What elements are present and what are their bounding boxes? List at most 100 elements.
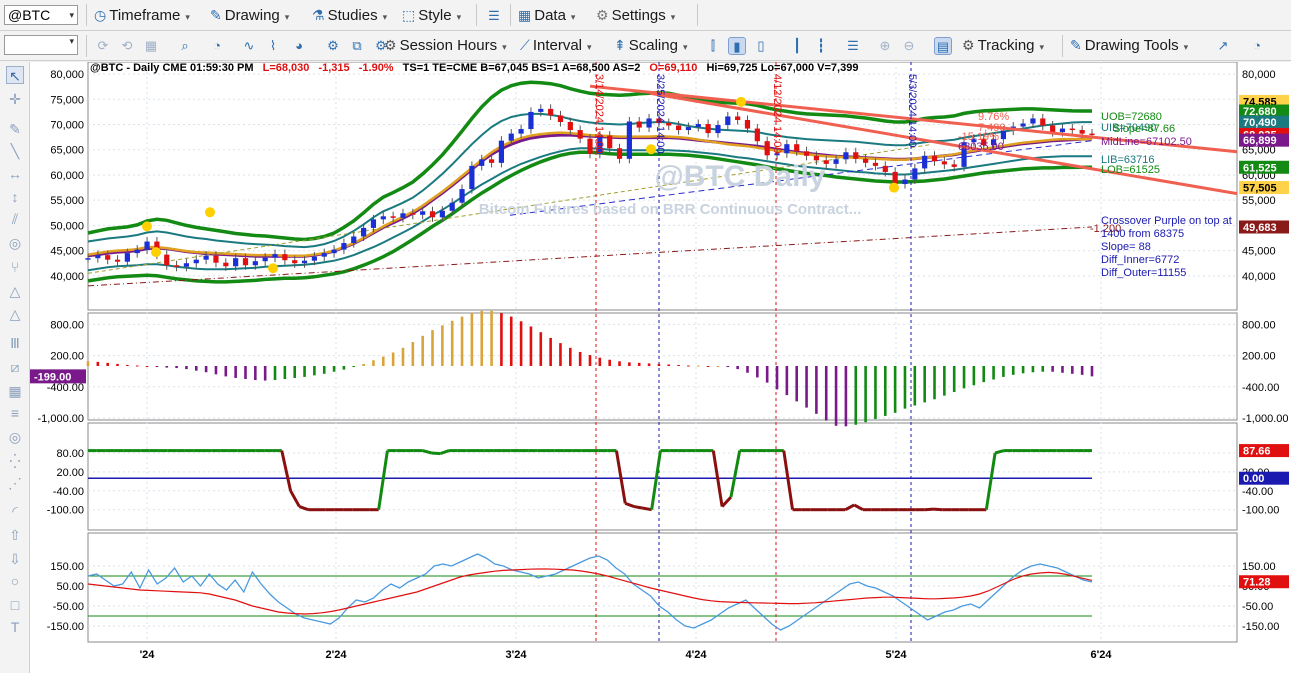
chart-icon[interactable]: ⌇ (264, 37, 282, 55)
session-hours-button[interactable]: ⚙ Session Hours ▾ (384, 34, 507, 56)
style-button[interactable]: ⬚ Style ▾ (402, 4, 461, 26)
macd-bar (224, 366, 228, 377)
price-tick-label: 55,000 (50, 195, 84, 207)
arrow-down-icon[interactable]: ⇩ (6, 550, 24, 568)
layout-icon[interactable]: ☰ (844, 37, 862, 55)
settings-button[interactable]: ⚙ Settings ▾ (596, 4, 675, 26)
macd-bar (1041, 366, 1045, 372)
triangle-icon[interactable]: △ (6, 282, 24, 300)
candle-body (548, 108, 554, 116)
candle-body (351, 236, 357, 244)
scaling-button[interactable]: ⇞ Scaling ▾ (614, 34, 687, 56)
candlestick-icon[interactable]: ▮ (728, 37, 746, 55)
refresh-icon[interactable]: ⟳ (94, 37, 112, 55)
candle-body (420, 211, 426, 215)
candle-body (1020, 123, 1026, 127)
grid-icon[interactable]: ▦ (6, 382, 24, 400)
dots-icon[interactable]: ⁛ (6, 452, 24, 470)
tracking-button[interactable]: ⚙ Tracking ▾ (962, 34, 1044, 56)
speed-lines-icon[interactable]: ⋰ (6, 474, 24, 492)
price-tick-label-right: 45,000 (1242, 246, 1276, 258)
layout-icon[interactable]: ☰ (485, 7, 503, 25)
gear-icon[interactable]: ⚙ (324, 37, 342, 55)
price-tick-label: 60,000 (50, 170, 84, 182)
macd-bar (214, 366, 218, 375)
gear-icon: ⚙ (596, 7, 609, 23)
triangle-outline-icon[interactable]: △ (6, 305, 24, 323)
candle-body (272, 254, 278, 258)
vertical-arrow-icon[interactable]: ↕ (6, 188, 24, 206)
chart-area[interactable]: 80,00080,00075,00075,00070,00070,00065,0… (30, 62, 1291, 673)
pie-icon[interactable]: ◕ (290, 37, 308, 55)
bar-chart-icon[interactable]: ⫿ (704, 37, 722, 55)
osc-tick-label: -100.00 (47, 505, 84, 517)
macd-bar (578, 351, 582, 366)
zoom-in-icon[interactable]: ⊕ (876, 37, 894, 55)
candle-body (912, 168, 918, 180)
studies-button[interactable]: ⚗ Studies ▾ (312, 4, 387, 26)
fib-icon[interactable]: ◎ (6, 234, 24, 252)
gauge-icon[interactable]: ◔ (1248, 37, 1266, 55)
interval-field[interactable]: ▾ (4, 35, 78, 55)
drawing-tools-button[interactable]: ✎ Drawing Tools ▾ (1070, 34, 1188, 56)
grid-icon[interactable]: ▦ (142, 37, 160, 55)
channel-icon[interactable]: ⫽ (6, 210, 24, 228)
candle-body (577, 130, 583, 139)
pivot-dot (736, 96, 746, 107)
arrow-up-icon[interactable]: ⇧ (6, 526, 24, 544)
chart-toolbar: ▾ ⟳ ⟲ ▦ ⌕ ◔ ∿ ⌇ ◕ ⚙ ⧉ ⚙ ⚙ Session Hours ▾ … (0, 31, 1291, 61)
interval-button[interactable]: ⟋ Interval ▾ (520, 34, 592, 56)
rectangle-icon[interactable]: □ (6, 596, 24, 614)
zoom-search-icon[interactable]: ⌕ (176, 37, 194, 55)
candle-body (853, 152, 859, 159)
macd-bar (795, 366, 799, 402)
macd-bar (756, 366, 759, 378)
chevron-down-icon: ▾ (502, 42, 507, 52)
bars-icon[interactable]: Ⅲ (6, 334, 24, 352)
macd-tick-label: -1,000.00 (38, 413, 84, 425)
timeframe-button[interactable]: ◷ Timeframe ▾ (94, 4, 190, 26)
x-tick-label: 6'24 (1091, 649, 1113, 661)
macd-bar (972, 366, 976, 386)
spiral-icon[interactable]: ◎ (6, 428, 24, 446)
lines-icon[interactable]: ≡ (6, 404, 24, 422)
candle-body (715, 125, 721, 134)
refresh-all-icon[interactable]: ⟲ (118, 37, 136, 55)
candle-body (1059, 128, 1066, 133)
trend-icon[interactable]: ↗ (1214, 37, 1232, 55)
data-window-icon[interactable]: ▤ (934, 37, 952, 55)
chevron-down-icon: ▾ (382, 12, 388, 22)
pointer-icon[interactable]: ↖ (6, 66, 24, 84)
chart-canvas[interactable]: 80,00080,00075,00075,00070,00070,00065,0… (30, 62, 1291, 673)
arc-icon[interactable]: ◜ (6, 502, 24, 520)
data-button[interactable]: ▦ Data ▾ (518, 4, 575, 26)
candle-body (292, 260, 298, 264)
window-icon[interactable]: ⧉ (348, 37, 366, 55)
pitchfork-icon[interactable]: ⑂ (6, 258, 24, 276)
zoom-out-icon[interactable]: ⊖ (900, 37, 918, 55)
crosshair-icon[interactable]: ✛ (6, 90, 24, 108)
candle-body (233, 258, 239, 267)
drawing-button[interactable]: ✎ Drawing ▾ (210, 4, 289, 26)
macd-bar (952, 366, 956, 392)
wrench-icon[interactable]: ✎ (6, 120, 24, 138)
macd-bar (283, 366, 287, 379)
osc-step-segment (431, 451, 441, 456)
line-icon[interactable]: ╲ (6, 142, 24, 160)
volume-icon[interactable]: ┇ (812, 37, 830, 55)
candle-body (636, 121, 642, 128)
candle-body (321, 253, 327, 257)
candle-body (587, 138, 593, 154)
ellipse-icon[interactable]: ○ (6, 572, 24, 590)
gauge-icon[interactable]: ◔ (208, 37, 226, 55)
hollow-candle-icon[interactable]: ▯ (752, 37, 770, 55)
text-icon[interactable]: T (6, 618, 24, 636)
symbol-selector[interactable]: @BTC ▾ (4, 5, 78, 25)
macd-bar (736, 366, 739, 370)
gann-icon[interactable]: ⧄ (6, 358, 24, 376)
macd-bar (903, 366, 907, 409)
wave-icon[interactable]: ∿ (240, 37, 258, 55)
pencil-icon: ✎ (210, 7, 222, 23)
ohlc-icon[interactable]: ┃ (788, 37, 806, 55)
horizontal-arrow-icon[interactable]: ↔ (6, 165, 24, 183)
